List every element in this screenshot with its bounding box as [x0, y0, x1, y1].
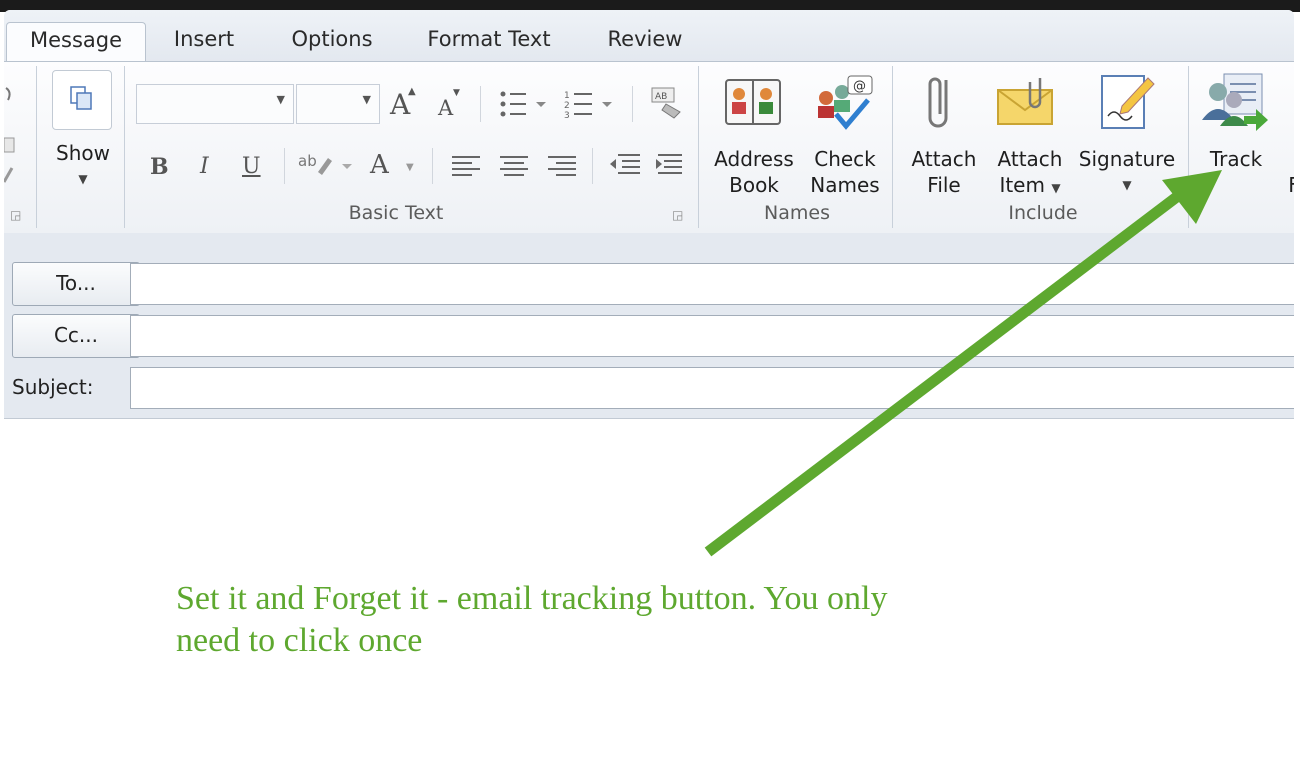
annotation-text: Set it and Forget it - email tracking bu… — [176, 580, 888, 659]
arrow-shaft — [704, 191, 1182, 557]
screenshot-frame: Message Insert Options Format Text Revie… — [0, 0, 1300, 760]
